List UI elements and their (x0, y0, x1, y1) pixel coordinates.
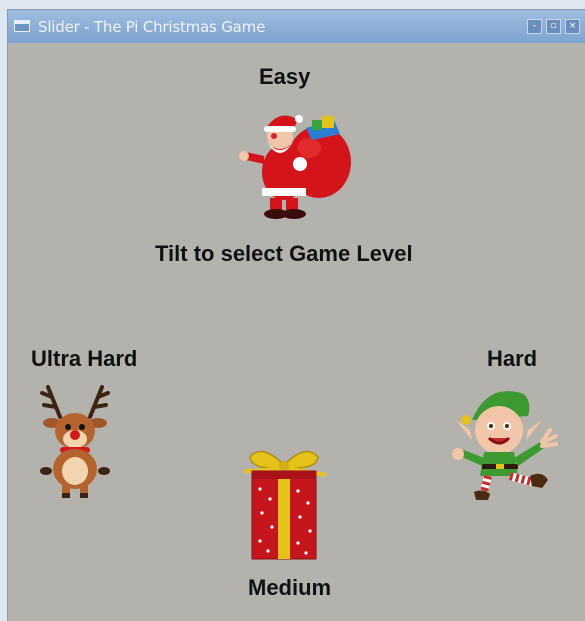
minimize-button[interactable]: - (527, 19, 542, 34)
elf-icon[interactable] (444, 380, 574, 504)
instruction-text: Tilt to select Game Level (155, 241, 413, 266)
maximize-button[interactable]: ▫ (546, 19, 561, 34)
level-label-medium: Medium (248, 575, 332, 600)
close-button[interactable]: × (565, 19, 580, 34)
title-bar[interactable]: Slider - The Pi Christmas Game - ▫ × (8, 10, 585, 43)
level-label-easy: Easy (259, 64, 311, 89)
present-icon[interactable] (236, 437, 332, 565)
game-window: Slider - The Pi Christmas Game - ▫ × Eas… (8, 10, 585, 621)
level-label-ultra-hard: Ultra Hard (31, 346, 138, 371)
level-label-hard: Hard (487, 346, 538, 371)
window-title: Slider - The Pi Christmas Game (38, 18, 266, 36)
app-window-icon (14, 20, 30, 32)
reindeer-icon[interactable] (30, 383, 122, 499)
santa-icon[interactable] (236, 106, 358, 220)
game-canvas: Easy Tilt to select Game Level Ultra Har… (8, 43, 585, 621)
